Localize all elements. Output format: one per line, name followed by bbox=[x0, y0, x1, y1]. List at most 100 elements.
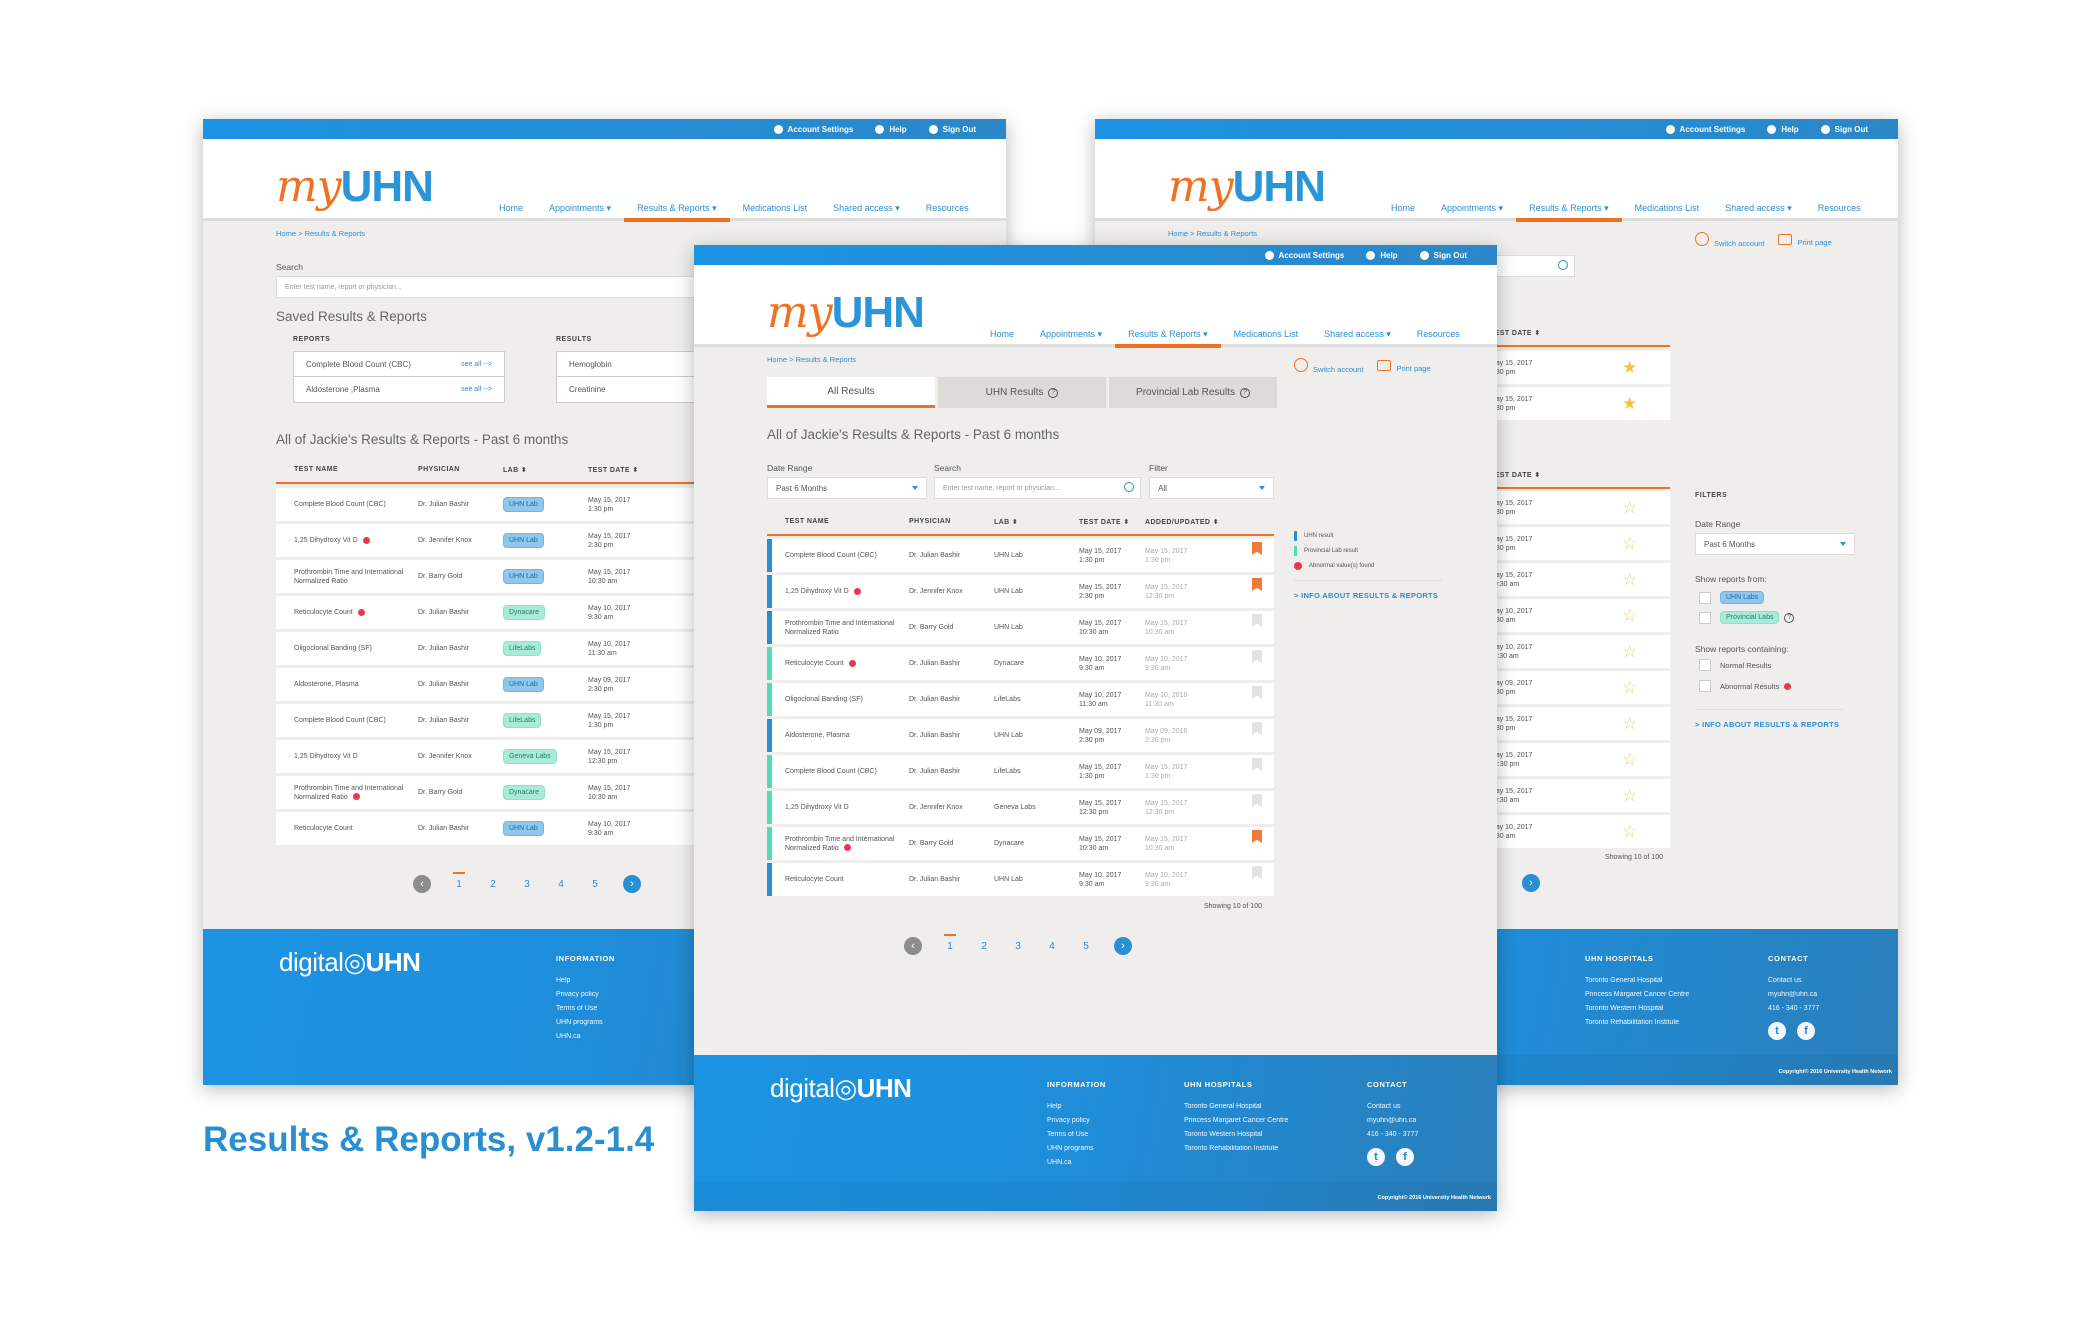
bookmark-icon[interactable] bbox=[1252, 614, 1262, 627]
test-name[interactable]: Complete Blood Count (CBC) bbox=[785, 768, 877, 775]
test-name[interactable]: Prothrombin Time and International Norma… bbox=[294, 569, 403, 585]
page-number[interactable]: 5 bbox=[1080, 941, 1092, 952]
print-page-link[interactable]: Print page bbox=[1377, 359, 1431, 373]
footer-link[interactable]: Privacy policy bbox=[556, 991, 615, 998]
test-name[interactable]: Aldosterone, Plasma bbox=[785, 732, 850, 739]
bookmark-filled-icon[interactable] bbox=[1252, 830, 1262, 843]
sign-out-link[interactable]: Sign Out bbox=[1419, 250, 1467, 260]
page-number[interactable]: 5 bbox=[589, 879, 601, 890]
myuhn-logo[interactable]: myUHN bbox=[276, 161, 434, 212]
test-name[interactable]: Prothrombin Time and International Norma… bbox=[785, 836, 894, 852]
table-row[interactable]: May 15, 2017 10:30 am ☆ bbox=[1490, 563, 1670, 596]
bookmark-icon[interactable] bbox=[1252, 758, 1262, 771]
footer-link[interactable]: Privacy policy bbox=[1047, 1117, 1106, 1124]
footer-link[interactable]: Toronto Western Hospital bbox=[1184, 1131, 1288, 1138]
help-link[interactable]: Help bbox=[875, 124, 907, 134]
saved-row[interactable]: May 15, 2017 1:30 pm ★ bbox=[1490, 351, 1670, 384]
star-outline-icon[interactable]: ☆ bbox=[1622, 787, 1637, 804]
bookmark-icon[interactable] bbox=[1252, 686, 1262, 699]
account-settings-link[interactable]: Account Settings bbox=[773, 124, 853, 134]
footer-link[interactable]: Terms of Use bbox=[1047, 1131, 1106, 1138]
nav-item[interactable]: Appointments ▾ bbox=[1027, 329, 1115, 367]
star-outline-icon[interactable]: ☆ bbox=[1622, 679, 1637, 696]
col-test-name[interactable]: TEST NAME bbox=[276, 466, 418, 473]
table-row[interactable]: May 10, 2017 9:30 am ☆ bbox=[1490, 815, 1670, 848]
table-row[interactable]: May 15, 2017 12:30 pm ☆ bbox=[1490, 743, 1670, 776]
nav-item[interactable]: Results & Reports ▾ bbox=[624, 203, 730, 241]
table-row[interactable]: Reticulocyte Count Dr. Julian Bashir Dynac… bbox=[767, 647, 1274, 680]
footer-link[interactable]: Help bbox=[1047, 1103, 1106, 1110]
test-name[interactable]: Prothrombin Time and International Norma… bbox=[294, 785, 403, 801]
sign-out-link[interactable]: Sign Out bbox=[1820, 124, 1868, 134]
nav-item[interactable]: Appointments ▾ bbox=[1428, 203, 1516, 241]
facebook-icon[interactable]: f bbox=[1797, 1022, 1815, 1040]
footer-link[interactable]: Contact us bbox=[1367, 1103, 1418, 1110]
footer-link[interactable]: Toronto Rehabilitation Institute bbox=[1585, 1019, 1689, 1026]
test-name[interactable]: Oligoclonal Banding (SF) bbox=[785, 696, 863, 703]
nav-item[interactable]: Medications List bbox=[730, 203, 821, 241]
table-row[interactable]: 1,25 Dihydroxy Vit D Dr. Jennifer Knox UHN… bbox=[767, 575, 1274, 608]
test-name[interactable]: Reticulocyte Count bbox=[294, 825, 353, 832]
test-name[interactable]: Prothrombin Time and International Norma… bbox=[785, 620, 894, 636]
test-name[interactable]: Complete Blood Count (CBC) bbox=[294, 501, 386, 508]
page-number[interactable]: 4 bbox=[1046, 941, 1058, 952]
nav-item[interactable]: Shared access ▾ bbox=[820, 203, 913, 241]
test-name[interactable]: Complete Blood Count (CBC) bbox=[294, 717, 386, 724]
table-row[interactable]: 1,25 Dihydroxy Vit D Dr. Jennifer Knox Gen… bbox=[767, 791, 1274, 824]
page-number[interactable]: 2 bbox=[978, 941, 990, 952]
info-about-results-link[interactable]: > INFO ABOUT RESULTS & REPORTS bbox=[1294, 591, 1438, 600]
tab-uhn-results[interactable]: UHN Results? bbox=[938, 377, 1106, 408]
star-filled-icon[interactable]: ★ bbox=[1622, 395, 1637, 412]
star-outline-icon[interactable]: ☆ bbox=[1622, 643, 1637, 660]
date-range-select[interactable]: Past 6 Months bbox=[767, 477, 927, 499]
test-name[interactable]: Reticulocyte Count bbox=[294, 609, 353, 616]
footer-link[interactable]: Toronto Rehabilitation Institute bbox=[1184, 1145, 1288, 1152]
saved-row[interactable]: May 15, 2017 2:30 pm ★ bbox=[1490, 387, 1670, 420]
test-name[interactable]: 1,25 Dihydroxy Vit D bbox=[785, 804, 849, 811]
switch-account-link[interactable]: Switch account bbox=[1695, 232, 1764, 248]
abnormal-results-filter[interactable]: Abnormal Results bbox=[1699, 680, 1792, 692]
table-row[interactable]: Oligoclonal Banding (SF) Dr. Julian Bashi… bbox=[767, 683, 1274, 716]
uhn-labs-checkbox[interactable] bbox=[1699, 591, 1711, 604]
test-name[interactable]: Complete Blood Count (CBC) bbox=[785, 552, 877, 559]
nav-item[interactable]: Home bbox=[977, 329, 1027, 367]
myuhn-logo[interactable]: myUHN bbox=[1168, 161, 1326, 212]
page-number[interactable]: 3 bbox=[1012, 941, 1024, 952]
search-icon[interactable] bbox=[1124, 482, 1134, 492]
filter-select[interactable]: All bbox=[1149, 477, 1274, 499]
bookmark-icon[interactable] bbox=[1252, 866, 1262, 879]
footer-link[interactable]: Toronto General Hospital bbox=[1585, 977, 1689, 984]
bookmark-filled-icon[interactable] bbox=[1252, 542, 1262, 555]
help-icon[interactable]: ? bbox=[1048, 387, 1059, 398]
table-row[interactable]: Prothrombin Time and International Norma… bbox=[767, 611, 1274, 644]
footer-link[interactable]: UHN.ca bbox=[1047, 1159, 1106, 1166]
table-row[interactable]: Prothrombin Time and International Norma… bbox=[767, 827, 1274, 860]
help-link[interactable]: Help bbox=[1767, 124, 1799, 134]
tab-provincial-lab-results[interactable]: Provincial Lab Results? bbox=[1109, 377, 1277, 408]
next-page-button[interactable]: › bbox=[623, 875, 641, 893]
footer-link[interactable]: myuhn@uhn.ca bbox=[1367, 1117, 1418, 1124]
uhn-labs-filter[interactable]: UHN Labs bbox=[1699, 591, 1765, 604]
test-name[interactable]: Reticulocyte Count bbox=[785, 876, 844, 883]
table-row[interactable]: May 15, 2017 10:30 am ☆ bbox=[1490, 779, 1670, 812]
help-icon[interactable]: ? bbox=[1239, 387, 1250, 398]
table-row[interactable]: Complete Blood Count (CBC) Dr. Julian Bas… bbox=[767, 755, 1274, 788]
breadcrumb-home[interactable]: Home bbox=[276, 229, 296, 238]
col-lab[interactable]: LAB ⬍ bbox=[994, 518, 1079, 526]
normal-results-filter[interactable]: Normal Results bbox=[1699, 659, 1771, 671]
page-number[interactable]: 1 bbox=[944, 933, 956, 952]
star-outline-icon[interactable]: ☆ bbox=[1622, 751, 1637, 768]
see-all-link[interactable]: see all --> bbox=[461, 361, 492, 368]
next-page-button[interactable]: › bbox=[1114, 937, 1132, 955]
date-range-select[interactable]: Past 6 Months bbox=[1695, 533, 1855, 555]
star-filled-icon[interactable]: ★ bbox=[1622, 359, 1637, 376]
breadcrumb-current[interactable]: Results & Reports bbox=[305, 229, 365, 238]
breadcrumb-current[interactable]: Results & Reports bbox=[796, 355, 856, 364]
abnormal-results-checkbox[interactable] bbox=[1699, 680, 1711, 692]
col-test-date[interactable]: TEST DATE ⬍ bbox=[1490, 471, 1541, 479]
star-outline-icon[interactable]: ☆ bbox=[1622, 535, 1637, 552]
col-test-date[interactable]: TEST DATE ⬍ bbox=[1079, 518, 1145, 526]
footer-link[interactable]: 416 - 340 - 3777 bbox=[1367, 1131, 1418, 1138]
footer-link[interactable]: Princess Margaret Cancer Centre bbox=[1184, 1117, 1288, 1124]
star-outline-icon[interactable]: ☆ bbox=[1622, 715, 1637, 732]
